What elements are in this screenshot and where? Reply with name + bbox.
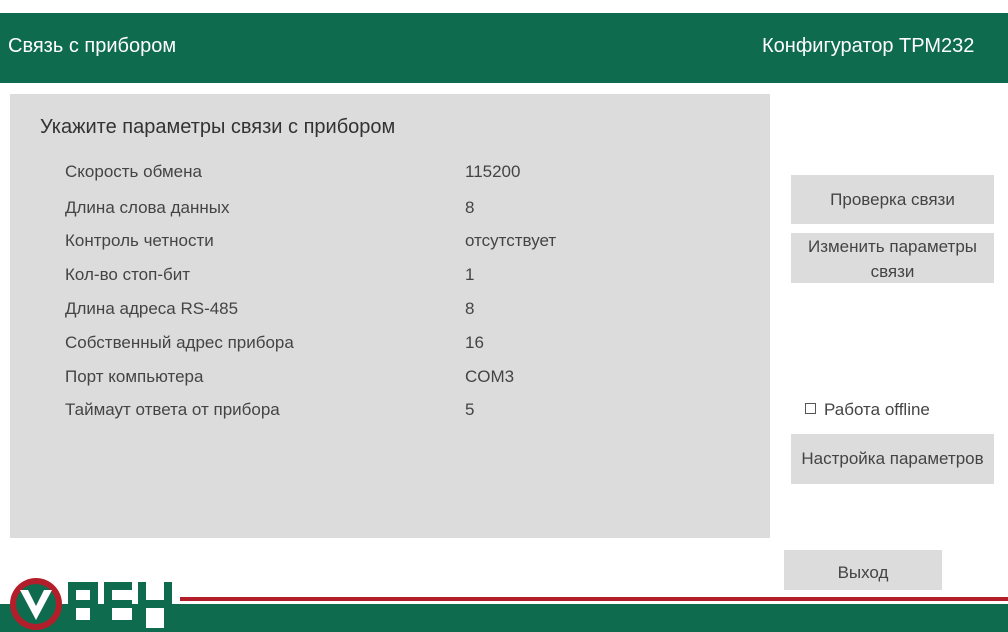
panel-heading: Укажите параметры связи с прибором	[40, 116, 396, 138]
param-label: Длина адреса RS-485	[65, 299, 239, 318]
change-params-label-line1: Изменить параметры	[807, 237, 977, 256]
param-label: Длина слова данных	[65, 198, 230, 217]
param-row-data-bits: Длина слова данных 8	[65, 198, 725, 226]
offline-mode-checkbox[interactable]: Работа offline	[805, 400, 930, 420]
param-value: 1	[465, 265, 475, 284]
param-row-com-port: Порт компьютера COM3	[65, 367, 725, 395]
param-label: Кол-во стоп-бит	[65, 265, 191, 284]
change-params-label-line2: связи	[870, 262, 915, 281]
checkbox-icon[interactable]	[805, 403, 816, 415]
param-value: 115200	[465, 162, 521, 181]
param-row-address-length: Длина адреса RS-485 8	[65, 299, 725, 327]
param-value: 16	[465, 333, 484, 352]
param-value: 8	[465, 198, 475, 217]
param-value: 8	[465, 299, 475, 318]
param-value: отсутствует	[465, 231, 557, 250]
owen-logo	[10, 578, 172, 630]
page-title: Связь с прибором	[8, 35, 177, 57]
param-label: Контроль четности	[65, 231, 214, 250]
connection-params-panel: Укажите параметры связи с прибором Скоро…	[10, 94, 770, 538]
param-value: COM3	[465, 367, 515, 386]
param-row-stop-bits: Кол-во стоп-бит 1	[65, 265, 725, 293]
param-label: Таймаут ответа от прибора	[65, 400, 280, 419]
param-row-parity: Контроль четности отсутствует	[65, 231, 725, 259]
param-row-device-address: Собственный адрес прибора 16	[65, 333, 725, 361]
param-label: Собственный адрес прибора	[65, 333, 294, 352]
device-settings-button[interactable]: Настройка параметров	[791, 434, 994, 484]
exit-button[interactable]: Выход	[784, 550, 942, 590]
param-label: Порт компьютера	[65, 367, 204, 386]
header-bar: Связь с прибором Конфигуратор ТРМ232	[0, 13, 1008, 83]
top-strip	[0, 0, 1008, 13]
offline-mode-label: Работа offline	[824, 400, 930, 419]
param-row-baud-rate: Скорость обмена 115200	[65, 162, 725, 190]
param-row-timeout: Таймаут ответа от прибора 5	[65, 400, 725, 428]
check-connection-button[interactable]: Проверка связи	[791, 175, 994, 224]
param-label: Скорость обмена	[65, 162, 202, 181]
app-name: Конфигуратор ТРМ232	[762, 35, 975, 57]
param-value: 5	[465, 400, 475, 419]
change-params-button[interactable]: Изменить параметры связи	[791, 233, 994, 283]
